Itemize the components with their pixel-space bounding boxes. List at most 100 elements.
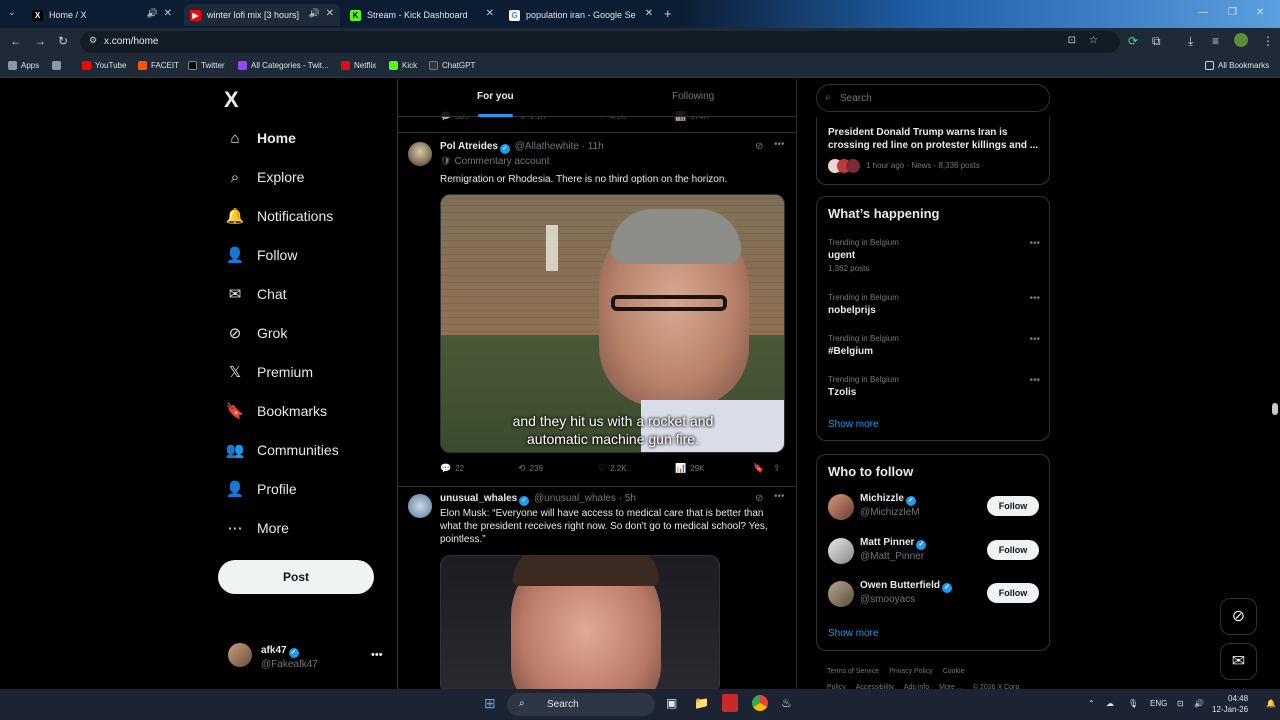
- more-icon[interactable]: •••: [774, 491, 785, 502]
- more-icon[interactable]: •••: [371, 649, 383, 661]
- taskbar-search[interactable]: ⌕ Search: [507, 693, 655, 716]
- download-icon[interactable]: ⤓: [1188, 34, 1193, 49]
- nav-item-chat[interactable]: ✉ Chat: [226, 285, 287, 303]
- trend-item[interactable]: Trending in Belgium Tzolis •••: [828, 375, 1040, 398]
- follow-button[interactable]: Follow: [987, 540, 1039, 560]
- trend-item[interactable]: Trending in Belgium nobelprijs •••: [828, 293, 1040, 316]
- network-icon[interactable]: ⊡: [1177, 699, 1184, 708]
- reload-icon[interactable]: ↻: [58, 34, 68, 48]
- bookmark-youtube[interactable]: YouTube: [82, 61, 126, 70]
- nav-item-notifications[interactable]: 🔔 Notifications: [226, 207, 334, 225]
- bookmark-apps[interactable]: Apps: [8, 61, 39, 70]
- like-button[interactable]: ♡ 2.2K: [598, 463, 627, 474]
- search-input[interactable]: ⌕ Search: [816, 84, 1050, 112]
- bookmark-star-icon[interactable]: ☆: [1089, 35, 1098, 46]
- more-icon[interactable]: •••: [1029, 293, 1040, 304]
- more-icon[interactable]: •••: [1029, 238, 1040, 249]
- tweet-time[interactable]: 5h: [625, 493, 636, 504]
- suggested-name[interactable]: Matt Pinner ✓: [860, 537, 928, 550]
- tweet-time[interactable]: 11h: [588, 141, 604, 152]
- news-headline[interactable]: President Donald Trump warns Iran is cro…: [828, 126, 1040, 152]
- post-button[interactable]: Post: [218, 560, 374, 594]
- tweet[interactable]: unusual_whales ✓ @unusual_whales · 5h ⊘ •…: [398, 487, 796, 689]
- steam-icon[interactable]: ♨: [781, 696, 792, 710]
- nav-item-more[interactable]: ⋯ More: [226, 519, 289, 537]
- nav-item-home[interactable]: ⌂ Home: [226, 129, 295, 147]
- suggested-account[interactable]: Owen Butterfield ✓ @smooyacs Follow: [828, 579, 1040, 611]
- bookmark-button[interactable]: 🔖: [753, 463, 768, 474]
- author-name[interactable]: Pol Atreides: [440, 141, 498, 152]
- browser-tab-home-x[interactable]: X Home / X 🔊 ✕: [26, 4, 178, 26]
- volume-icon[interactable]: 🔊: [1194, 699, 1204, 708]
- tweet[interactable]: Pol Atreides ✓ @Allathewhite · 11h 🛡 Comme…: [398, 133, 796, 487]
- speaker-icon[interactable]: 🔊: [309, 8, 320, 19]
- avatar[interactable]: [408, 142, 432, 166]
- more-icon[interactable]: •••: [774, 139, 785, 150]
- bookmark-netflix[interactable]: Netflix: [341, 61, 376, 70]
- tweet-video[interactable]: and they hit us with a rocket and automa…: [440, 194, 785, 453]
- site-info-icon[interactable]: ⚙: [89, 35, 97, 46]
- messages-float-button[interactable]: ✉: [1220, 643, 1257, 680]
- avatar[interactable]: [828, 538, 854, 564]
- browser-menu-icon[interactable]: ⋮: [1262, 34, 1274, 48]
- grok-icon[interactable]: ⊘: [755, 493, 763, 504]
- url-field[interactable]: ⚙ x.com/home ⊡ ☆: [80, 31, 1120, 53]
- install-app-icon[interactable]: ⊡: [1068, 35, 1076, 46]
- author-handle[interactable]: @Allathewhite: [515, 141, 579, 152]
- forward-icon[interactable]: →: [34, 34, 46, 48]
- new-tab-icon[interactable]: +: [664, 6, 672, 21]
- bookmark-chatgpt[interactable]: ChatGPT: [429, 61, 475, 70]
- trend-item[interactable]: Trending in Belgium ugent 1,362 posts •••: [828, 238, 1040, 273]
- extensions-puzzle-icon[interactable]: ⧉: [1152, 34, 1161, 49]
- bookmark-twitch[interactable]: All Categories - Twit...: [238, 61, 329, 70]
- media-icon[interactable]: ≡: [1212, 34, 1219, 48]
- nav-item-profile[interactable]: 👤 Profile: [226, 480, 297, 498]
- repost-button[interactable]: ⟲ 239: [518, 463, 543, 474]
- app-icon[interactable]: [722, 694, 738, 712]
- avatar[interactable]: [828, 494, 854, 520]
- footer-link[interactable]: Privacy Policy: [889, 668, 933, 675]
- speaker-icon[interactable]: 🔊: [147, 8, 158, 19]
- onedrive-icon[interactable]: ☁: [1106, 699, 1114, 708]
- nav-item-communities[interactable]: 👥 Communities: [226, 441, 339, 459]
- grok-icon[interactable]: ⊘: [755, 141, 763, 152]
- close-icon[interactable]: ✕: [486, 8, 494, 19]
- author-handle[interactable]: @unusual_whales: [534, 493, 616, 504]
- browser-tab-kick[interactable]: K Stream - Kick Dashboard ✕: [344, 4, 500, 26]
- browser-tab-lofi[interactable]: ▶ winter lofi mix [3 hours] 🔊 ✕: [184, 4, 340, 26]
- taskbar-clock[interactable]: 04:48 12-Jan-26: [1212, 693, 1248, 715]
- grok-float-button[interactable]: ⊘: [1220, 598, 1257, 635]
- nav-item-premium[interactable]: 𝕏 Premium: [226, 363, 313, 381]
- close-icon[interactable]: ✕: [326, 8, 334, 19]
- extension-icon[interactable]: ⟳: [1128, 34, 1138, 48]
- trend-item[interactable]: Trending in Belgium #Belgium •••: [828, 334, 1040, 357]
- nav-item-grok[interactable]: ⊘ Grok: [226, 324, 288, 342]
- follow-button[interactable]: Follow: [987, 583, 1039, 603]
- browser-tab-google[interactable]: G population iran - Google Search ✕: [503, 4, 659, 26]
- task-view-icon[interactable]: ▣: [666, 696, 677, 710]
- back-icon[interactable]: ←: [10, 34, 22, 48]
- avatar[interactable]: [408, 494, 432, 518]
- bookmark-grid[interactable]: [52, 61, 65, 70]
- reply-button[interactable]: 💬 22: [440, 463, 464, 474]
- microphone-icon[interactable]: 🎙: [1128, 699, 1138, 708]
- bookmark-faceit[interactable]: FACEIT: [138, 61, 179, 70]
- close-icon[interactable]: ✕: [645, 8, 653, 19]
- views-button[interactable]: 📊 29K: [675, 463, 704, 474]
- scrollbar-thumb[interactable]: [1272, 403, 1278, 415]
- nav-item-follow[interactable]: 👤 Follow: [226, 246, 298, 264]
- profile-avatar-icon[interactable]: [1234, 33, 1248, 47]
- tweet-video[interactable]: [440, 555, 720, 689]
- suggested-name[interactable]: Michizzle ✓: [860, 493, 918, 506]
- file-explorer-icon[interactable]: 📁: [694, 696, 709, 710]
- share-button[interactable]: ⇪: [773, 463, 785, 474]
- suggested-name[interactable]: Owen Butterfield ✓: [860, 580, 954, 593]
- tab-for-you[interactable]: For you: [477, 91, 514, 102]
- bookmark-kick[interactable]: Kick: [389, 61, 417, 70]
- more-icon[interactable]: •••: [1029, 334, 1040, 345]
- suggested-account[interactable]: Matt Pinner ✓ @Matt_Pinner Follow: [828, 536, 1040, 568]
- notification-icon[interactable]: 🔔: [1266, 699, 1276, 708]
- tab-search-icon[interactable]: ⌄: [8, 7, 16, 18]
- author-name[interactable]: unusual_whales: [440, 493, 517, 504]
- follow-button[interactable]: Follow: [987, 496, 1039, 516]
